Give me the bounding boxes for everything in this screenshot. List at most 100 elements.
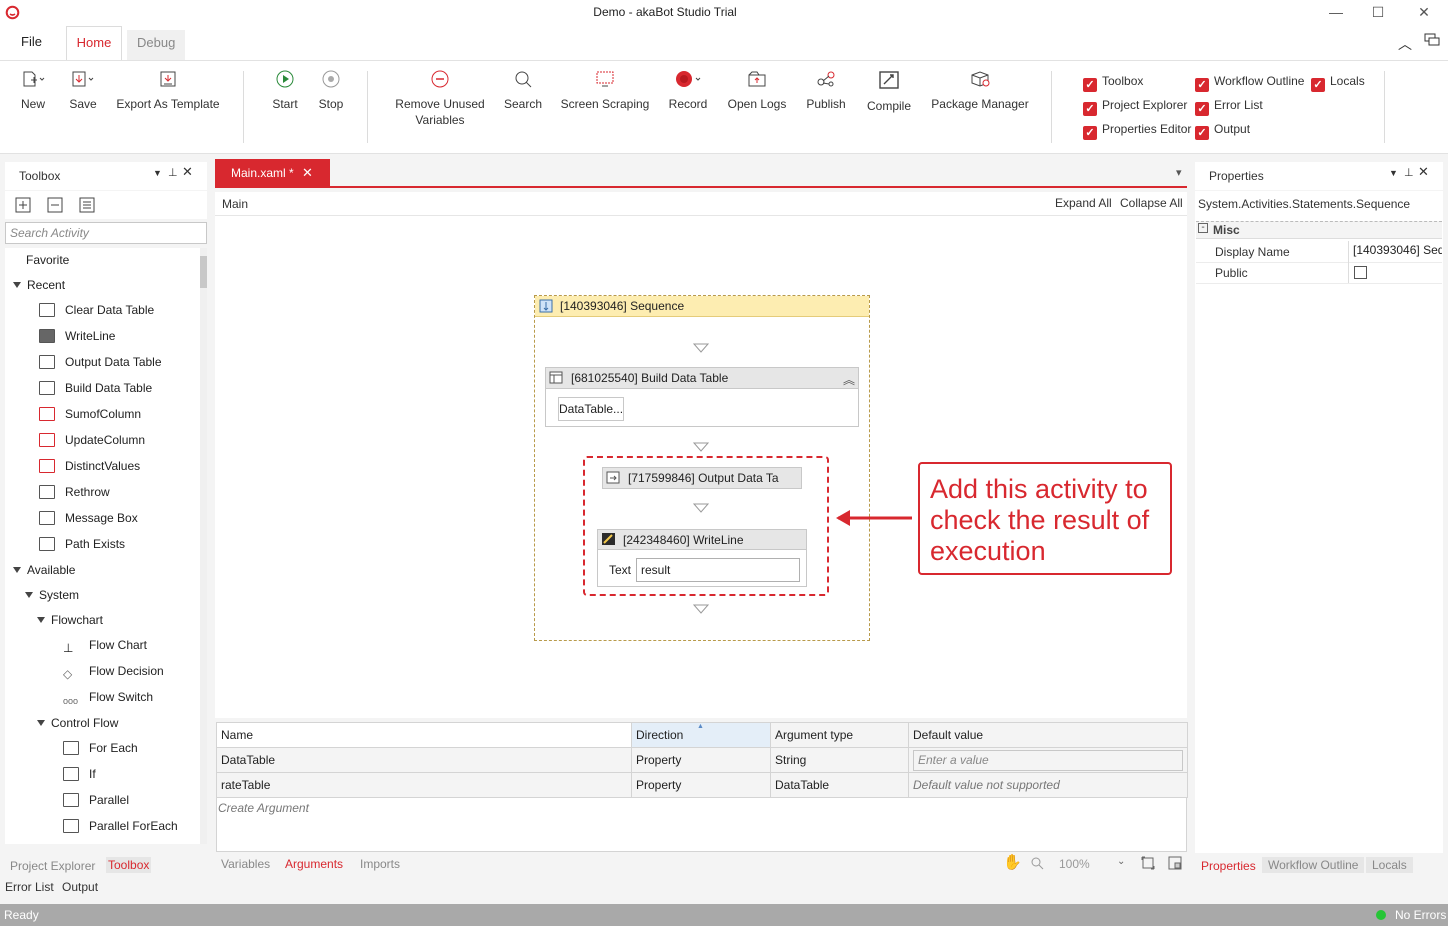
tab-project-explorer[interactable]: Project Explorer xyxy=(10,858,95,874)
toolbox-checkbox[interactable]: ✓ Toolbox xyxy=(1083,74,1143,92)
list-view-icon[interactable] xyxy=(79,197,95,213)
locals-checkbox[interactable]: ✓ Locals xyxy=(1311,74,1365,92)
column-argument-type[interactable]: Argument type xyxy=(770,722,909,748)
tree-item-updatecolumn[interactable]: UpdateColumn xyxy=(39,432,145,448)
tab-locals[interactable]: Locals xyxy=(1366,857,1413,873)
tree-item-if[interactable]: If xyxy=(63,766,96,782)
tree-favorite[interactable]: Favorite xyxy=(26,252,69,268)
toolbox-scrollbar[interactable] xyxy=(200,248,207,844)
tab-workflow-outline[interactable]: Workflow Outline xyxy=(1262,857,1365,873)
start-button[interactable]: Start xyxy=(268,67,302,112)
error-status[interactable]: No Errors xyxy=(1395,904,1446,926)
tree-system[interactable]: System xyxy=(25,587,79,603)
stop-button[interactable]: Stop xyxy=(315,67,347,112)
expand-all-icon[interactable] xyxy=(15,197,31,213)
breadcrumb[interactable]: Main xyxy=(222,197,248,211)
tree-item-message-box[interactable]: Message Box xyxy=(39,510,138,526)
close-panel-icon[interactable]: ✕ xyxy=(1418,164,1429,180)
tree-item-writeline[interactable]: WriteLine xyxy=(39,328,115,344)
tree-item-clear-data-table[interactable]: Clear Data Table xyxy=(39,302,154,318)
tree-item-output-data-table[interactable]: Output Data Table xyxy=(39,354,162,370)
tree-item-parallel-foreach[interactable]: Parallel ForEach xyxy=(63,818,178,834)
output-data-table-activity[interactable]: [717599846] Output Data Ta xyxy=(602,467,802,489)
screen-scraping-button[interactable]: Screen Scraping xyxy=(560,67,650,112)
tab-file[interactable]: File xyxy=(11,26,52,60)
tree-item-flow-chart[interactable]: ⊥ Flow Chart xyxy=(63,637,147,655)
tab-error-list[interactable]: Error List xyxy=(5,879,54,895)
arg-type-cell[interactable]: DataTable xyxy=(770,772,909,798)
tree-item-for-each[interactable]: For Each xyxy=(63,740,138,756)
create-argument-link[interactable]: Create Argument xyxy=(218,801,309,815)
close-tab-icon[interactable]: ✕ xyxy=(302,159,313,187)
sequence-header[interactable]: [140393046] Sequence xyxy=(535,296,869,317)
tab-toolbox[interactable]: Toolbox xyxy=(106,857,152,873)
overview-icon[interactable] xyxy=(1168,856,1182,870)
remove-unused-variables-button[interactable]: Remove Unused Variables xyxy=(392,67,488,128)
collapse-category-icon[interactable]: - xyxy=(1198,223,1208,233)
tab-variables[interactable]: Variables xyxy=(221,856,270,872)
writeline-header[interactable]: [242348460] WriteLine xyxy=(597,529,807,550)
search-button[interactable]: Search xyxy=(502,67,544,112)
tab-list-icon[interactable]: ▾ xyxy=(1176,166,1182,179)
package-manager-button[interactable]: Package Manager xyxy=(930,67,1030,112)
expand-all-link[interactable]: Expand All xyxy=(1055,196,1112,210)
tab-home[interactable]: Home xyxy=(66,26,122,61)
tab-imports[interactable]: Imports xyxy=(360,856,400,872)
table-row[interactable]: DataTable Property String Enter a value xyxy=(216,747,1188,773)
tree-item-build-data-table[interactable]: Build Data Table xyxy=(39,380,152,396)
error-list-checkbox[interactable]: ✓ Error List xyxy=(1195,98,1263,116)
writeline-text-input[interactable]: result xyxy=(636,558,800,582)
public-checkbox[interactable] xyxy=(1354,266,1367,279)
panel-dropdown-icon[interactable]: ▼ xyxy=(153,168,162,178)
display-name-input[interactable]: [140393046] Seq xyxy=(1348,241,1442,262)
default-value-input[interactable]: Enter a value xyxy=(913,749,1183,771)
tab-output[interactable]: Output xyxy=(62,879,98,895)
new-button[interactable]: New xyxy=(17,67,49,112)
compile-button[interactable]: Compile xyxy=(864,67,914,114)
output-checkbox[interactable]: ✓ Output xyxy=(1195,122,1250,140)
publish-button[interactable]: Publish xyxy=(804,67,848,112)
table-row[interactable]: rateTable Property DataTable Default val… xyxy=(216,772,1188,798)
tree-control-flow[interactable]: Control Flow xyxy=(37,715,118,731)
arg-default-cell[interactable]: Enter a value xyxy=(908,747,1188,773)
record-button[interactable]: Record xyxy=(666,67,710,112)
tree-item-rethrow[interactable]: Rethrow xyxy=(39,484,110,500)
panel-dropdown-icon[interactable]: ▼ xyxy=(1389,168,1398,178)
maximize-icon[interactable]: ☐ xyxy=(1368,3,1388,21)
tree-item-flow-decision[interactable]: ◇ Flow Decision xyxy=(63,663,164,681)
close-panel-icon[interactable]: ✕ xyxy=(182,164,193,180)
comments-icon[interactable] xyxy=(1424,32,1440,48)
tab-main-xaml[interactable]: Main.xaml * ✕ xyxy=(215,159,330,187)
tree-item-parallel[interactable]: Parallel xyxy=(63,792,129,808)
tab-debug[interactable]: Debug xyxy=(127,30,186,60)
datatable-button[interactable]: DataTable... xyxy=(558,397,624,421)
column-default-value[interactable]: Default value xyxy=(908,722,1188,748)
zoom-icon[interactable] xyxy=(1030,856,1044,870)
build-data-table-header[interactable]: [681025540] Build Data Table xyxy=(545,367,859,389)
arg-name-cell[interactable]: DataTable xyxy=(216,747,632,773)
collapse-all-icon[interactable] xyxy=(47,197,63,213)
collapse-all-link[interactable]: Collapse All xyxy=(1120,196,1183,210)
collapse-activity-icon[interactable]: ︽ xyxy=(843,371,855,388)
arg-type-cell[interactable]: String xyxy=(770,747,909,773)
tree-available[interactable]: Available xyxy=(13,562,75,578)
tree-item-path-exists[interactable]: Path Exists xyxy=(39,536,125,552)
arg-direction-cell[interactable]: Property xyxy=(631,772,771,798)
collapse-ribbon-icon[interactable]: ︿ xyxy=(1398,34,1412,54)
arg-direction-cell[interactable]: Property xyxy=(631,747,771,773)
project-explorer-checkbox[interactable]: ✓ Project Explorer xyxy=(1083,98,1187,116)
pin-icon[interactable]: ⊥ xyxy=(168,166,178,179)
workflow-outline-checkbox[interactable]: ✓ Workflow Outline xyxy=(1195,74,1304,92)
pin-icon[interactable]: ⊥ xyxy=(1404,166,1414,179)
minimize-icon[interactable]: — xyxy=(1326,3,1346,21)
tree-item-distinctvalues[interactable]: DistinctValues xyxy=(39,458,140,474)
properties-editor-checkbox[interactable]: ✓ Properties Editor xyxy=(1083,122,1191,140)
close-window-icon[interactable]: ✕ xyxy=(1414,3,1434,21)
tree-item-sumofcolumn[interactable]: SumofColumn xyxy=(39,406,141,422)
export-template-button[interactable]: Export As Template xyxy=(115,67,221,112)
column-name[interactable]: Name xyxy=(216,722,632,748)
tab-arguments[interactable]: Arguments xyxy=(285,856,343,872)
zoom-dropdown-icon[interactable]: ⌄ xyxy=(1117,856,1125,867)
fit-screen-icon[interactable] xyxy=(1141,856,1155,870)
tree-item-flow-switch[interactable]: ooo Flow Switch xyxy=(63,689,153,707)
